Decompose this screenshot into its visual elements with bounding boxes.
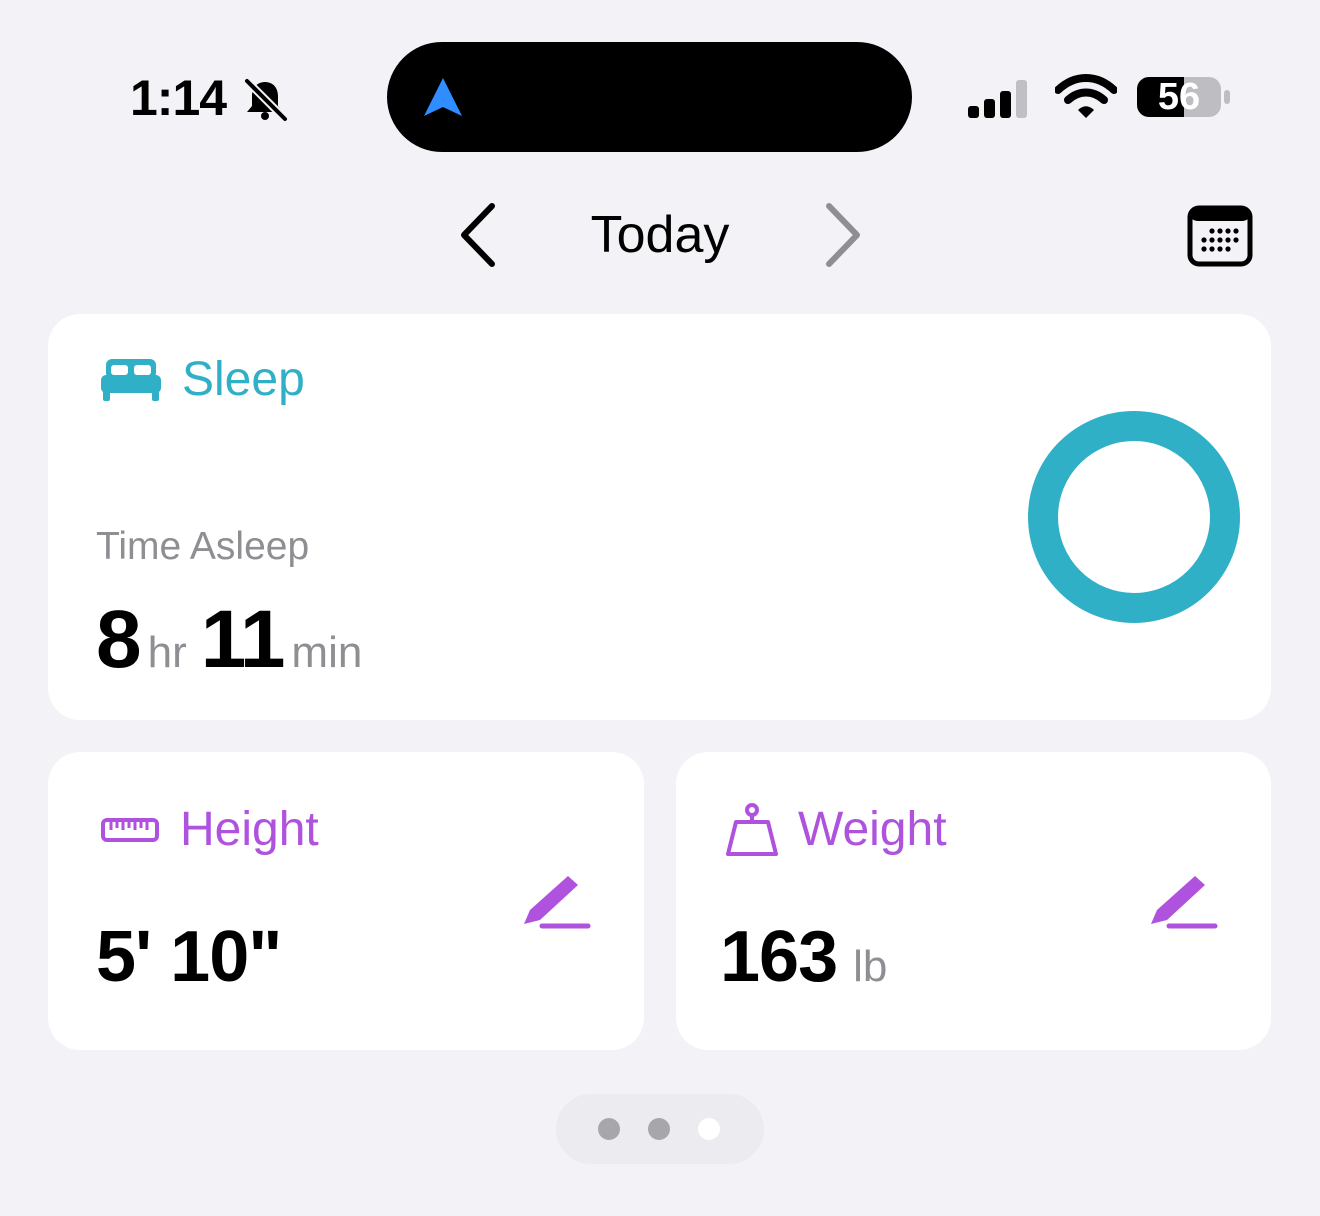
- cellular-signal-icon: [968, 80, 1027, 118]
- ruler-icon: [101, 818, 159, 842]
- sleep-minutes-unit: min: [291, 628, 363, 677]
- height-value: 5' 10": [96, 917, 282, 997]
- weight-value: 163: [720, 917, 838, 997]
- pencil-icon[interactable]: [1145, 870, 1219, 932]
- chevron-left-icon[interactable]: [452, 200, 508, 270]
- time-asleep-value: 8 hr 11 min: [96, 590, 376, 713]
- bed-icon: [101, 359, 161, 401]
- chevron-right-icon[interactable]: [815, 200, 871, 270]
- sleep-title: Sleep: [182, 353, 305, 406]
- battery-level: 56: [1157, 76, 1201, 118]
- sleep-hours: 8: [96, 594, 142, 685]
- height-card-header: Height: [100, 800, 319, 860]
- scale-weight-icon: [726, 803, 778, 856]
- sleep-ring-chart: [1028, 411, 1240, 623]
- weight-card-header: Weight: [726, 800, 947, 860]
- weight-value-row: 163 lb: [720, 912, 887, 1012]
- date-title: Today: [590, 206, 730, 264]
- pencil-icon[interactable]: [518, 870, 592, 932]
- battery-indicator: 56: [1136, 74, 1232, 120]
- page-dot-active[interactable]: [698, 1118, 720, 1140]
- sleep-minutes: 11: [200, 594, 286, 685]
- sleep-hours-unit: hr: [147, 628, 187, 677]
- navigation-arrow-icon: [424, 78, 462, 116]
- status-time: 1:14: [130, 70, 227, 126]
- weight-unit: lb: [853, 942, 888, 991]
- bell-slash-icon: [244, 78, 288, 122]
- page-dot[interactable]: [598, 1118, 620, 1140]
- weight-title: Weight: [798, 803, 947, 856]
- time-asleep-label: Time Asleep: [96, 525, 310, 568]
- sleep-card-header: Sleep: [100, 350, 305, 410]
- height-title: Height: [180, 803, 319, 856]
- calendar-icon[interactable]: [1186, 204, 1254, 268]
- wifi-icon: [1055, 74, 1117, 118]
- page-dot[interactable]: [648, 1118, 670, 1140]
